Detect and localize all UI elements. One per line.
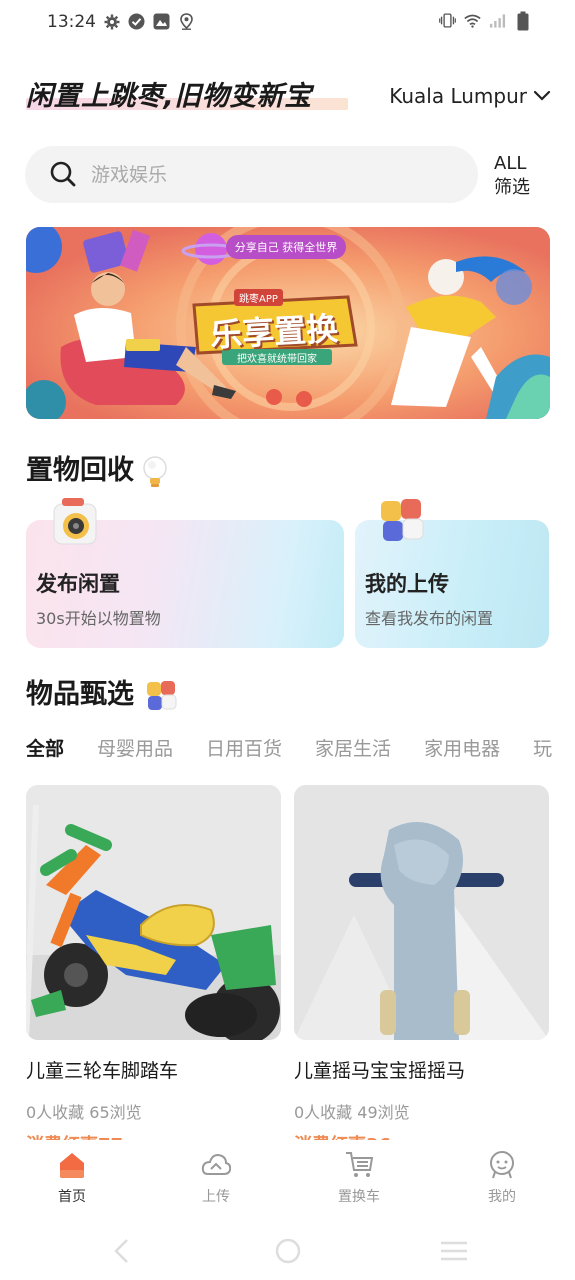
search-input[interactable] <box>91 146 451 203</box>
wifi-icon <box>464 12 481 29</box>
gallery-icon <box>153 13 170 30</box>
tab-home-living[interactable]: 家居生活 <box>315 734 391 768</box>
speaker-icon <box>53 498 97 545</box>
nav-upload[interactable]: 上传 <box>176 1150 256 1206</box>
banner-top-pill: 分享自己 获得全世界 <box>234 241 338 254</box>
battery-icon <box>514 11 531 30</box>
banner-app-tag: 跳枣APP <box>234 289 283 306</box>
filter-label: 筛选 <box>494 177 530 198</box>
banner-subtitle: 把欢喜就统带回家 <box>237 354 317 365</box>
product-image-rocking-horse <box>294 785 549 1040</box>
header: 闲置上跳枣,旧物变新宝 Kuala Lumpur <box>26 74 551 118</box>
product-stats: 0人收藏 65浏览 <box>26 1103 142 1122</box>
picks-section-title: 物品甄选 <box>26 672 179 713</box>
city-label: Kuala Lumpur <box>389 84 527 108</box>
search-bar[interactable] <box>25 146 478 203</box>
category-tabs: 全部 母婴用品 日用百货 家居生活 家用电器 玩 <box>26 734 575 768</box>
chevron-down-icon <box>533 90 551 101</box>
product-name: 儿童三轮车脚踏车 <box>26 1060 179 1082</box>
status-time: 13:24 <box>47 12 96 32</box>
nav-cart[interactable]: 置换车 <box>319 1150 399 1206</box>
filter-button[interactable]: ALL 筛选 <box>494 152 554 200</box>
product-image-tricycle <box>26 785 281 1040</box>
product-stats: 0人收藏 49浏览 <box>294 1103 410 1122</box>
bottom-nav: 首页 上传 置换车 我的 <box>0 1140 575 1216</box>
check-badge-icon <box>128 13 145 30</box>
product-card[interactable]: 儿童摇马宝宝摇摇马 0人收藏 49浏览 消费红枣36 <box>294 785 549 1149</box>
my-uploads-subtitle: 查看我发布的闲置 <box>365 609 494 628</box>
search-icon <box>50 161 76 187</box>
city-selector[interactable]: Kuala Lumpur <box>389 84 551 108</box>
tab-all[interactable]: 全部 <box>26 734 65 768</box>
cube-icon <box>381 499 424 541</box>
location-icon <box>178 13 195 30</box>
profile-icon <box>490 1151 514 1179</box>
lightbulb-icon <box>143 455 168 487</box>
recents-icon[interactable] <box>440 1240 468 1262</box>
nav-profile[interactable]: 我的 <box>462 1150 542 1206</box>
tab-toys[interactable]: 玩 <box>533 734 552 768</box>
cart-icon <box>346 1152 374 1177</box>
home-circle-icon[interactable] <box>275 1238 301 1264</box>
recycle-section-title: 置物回收 <box>26 448 169 490</box>
product-name: 儿童摇马宝宝摇摇马 <box>294 1060 466 1082</box>
my-uploads-title: 我的上传 <box>365 572 449 596</box>
banner-title: 乐享置换 <box>209 309 340 355</box>
cube-small-icon <box>147 680 177 710</box>
app-slogan: 闲置上跳枣,旧物变新宝 <box>26 81 312 112</box>
publish-idle-title: 发布闲置 <box>36 572 120 596</box>
status-bar: 13:24 <box>0 0 575 48</box>
tab-daily-goods[interactable]: 日用百货 <box>206 734 282 768</box>
signal-icon <box>489 12 506 29</box>
promo-banner[interactable]: 分享自己 获得全世界 跳枣APP 乐享置换 把欢喜就统带回家 <box>26 227 550 419</box>
product-card[interactable]: 儿童三轮车脚踏车 0人收藏 65浏览 消费红枣77 <box>26 785 281 1149</box>
nav-home[interactable]: 首页 <box>32 1150 112 1206</box>
cloud-upload-icon <box>201 1153 231 1175</box>
publish-idle-subtitle: 30s开始以物置物 <box>36 609 161 628</box>
home-icon <box>60 1153 84 1178</box>
tab-appliances[interactable]: 家用电器 <box>424 734 500 768</box>
filter-category-label: ALL <box>494 153 527 174</box>
back-icon[interactable] <box>112 1238 132 1264</box>
settings-icon <box>103 13 120 30</box>
vibrate-icon <box>439 12 456 29</box>
system-nav-bar <box>0 1220 575 1280</box>
tab-maternity[interactable]: 母婴用品 <box>97 734 173 768</box>
